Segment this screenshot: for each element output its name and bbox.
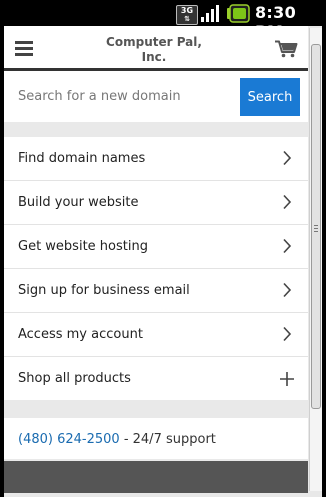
domain-search-input[interactable] <box>10 77 232 115</box>
support-line: (480) 624-2500 - 24/7 support <box>18 432 216 447</box>
chevron-right-icon <box>282 326 292 346</box>
support-text: - 24/7 support <box>119 432 216 447</box>
menu-item-build-website[interactable]: Build your website <box>4 181 308 225</box>
screen-edge-right <box>322 26 326 497</box>
network-3g-icon: 3G ⇅ <box>176 5 198 25</box>
nav-menu: Find domain names Build your website Get… <box>4 137 308 400</box>
chevron-right-icon <box>282 282 292 302</box>
chevron-right-icon <box>282 238 292 258</box>
menu-item-access-account[interactable]: Access my account <box>4 313 308 357</box>
menu-item-shop-all-products[interactable]: Shop all products <box>4 357 308 400</box>
web-page: Computer Pal, Inc. Search Find domain na… <box>4 26 308 493</box>
menu-item-label: Build your website <box>18 195 139 210</box>
menu-item-label: Access my account <box>18 327 143 342</box>
phone-screen: 3G ⇅ 8:30 PM <box>0 0 326 497</box>
menu-item-business-email[interactable]: Sign up for business email <box>4 269 308 313</box>
support-bar: (480) 624-2500 - 24/7 support <box>4 418 308 459</box>
network-type-label: 3G <box>180 6 194 15</box>
menu-item-label: Find domain names <box>18 151 146 166</box>
signal-strength-icon <box>200 4 222 27</box>
menu-item-find-domain-names[interactable]: Find domain names <box>4 137 308 181</box>
scrollbar-grip-icon <box>314 225 318 234</box>
site-brand[interactable]: Computer Pal, Inc. <box>94 35 214 65</box>
hamburger-icon[interactable] <box>15 41 33 56</box>
menu-item-label: Get website hosting <box>18 239 148 254</box>
vertical-scrollbar[interactable] <box>309 28 322 491</box>
chevron-right-icon <box>282 194 292 214</box>
support-phone-link[interactable]: (480) 624-2500 <box>18 432 120 447</box>
search-button[interactable]: Search <box>240 78 300 116</box>
site-header: Computer Pal, Inc. <box>4 26 308 71</box>
footer <box>4 461 308 493</box>
brand-line-1: Computer Pal, <box>106 35 202 49</box>
brand-line-2: Inc. <box>141 50 167 64</box>
cart-icon[interactable] <box>274 40 298 62</box>
scrollbar-thumb[interactable] <box>311 44 321 409</box>
battery-icon <box>226 4 250 27</box>
plus-icon <box>280 371 294 390</box>
menu-item-website-hosting[interactable]: Get website hosting <box>4 225 308 269</box>
menu-item-label: Sign up for business email <box>18 283 190 298</box>
chevron-right-icon <box>282 150 292 170</box>
menu-item-label: Shop all products <box>18 371 131 386</box>
domain-search: Search <box>4 71 308 122</box>
status-bar: 3G ⇅ 8:30 PM <box>0 0 326 41</box>
